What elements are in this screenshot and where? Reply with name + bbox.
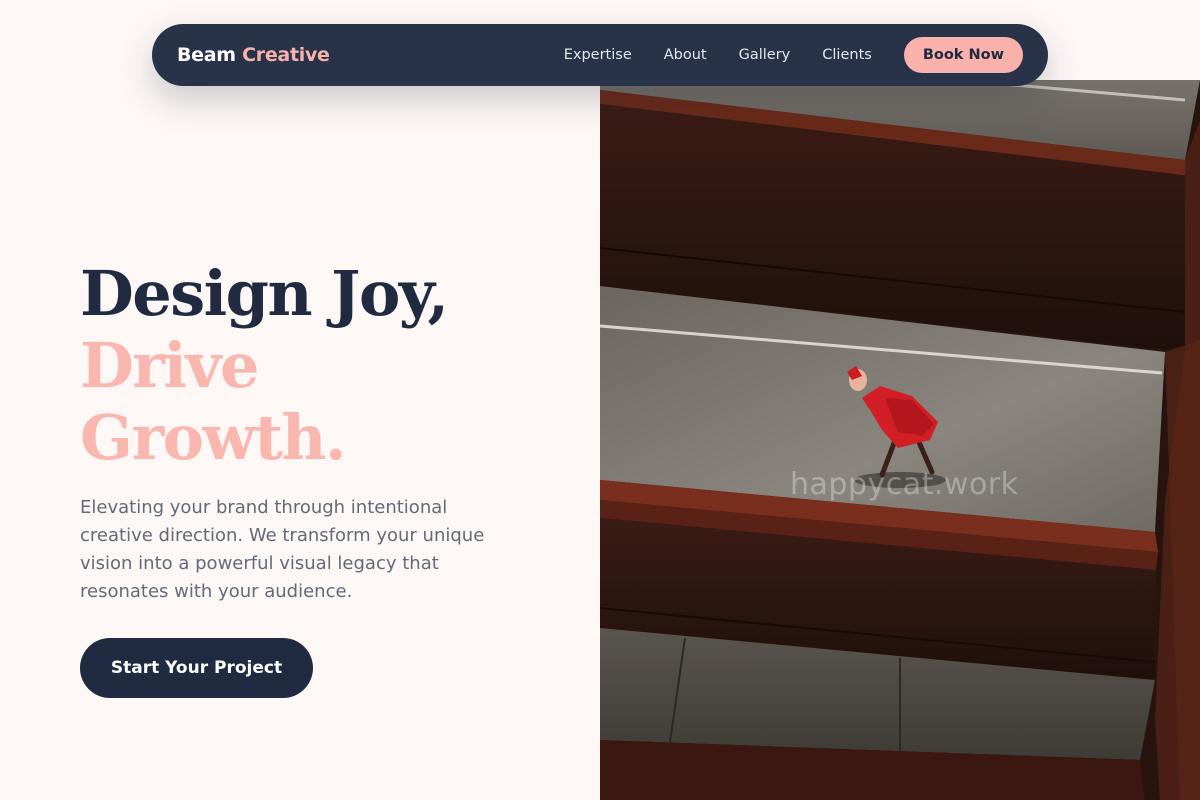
nav-link-expertise[interactable]: Expertise bbox=[564, 47, 632, 63]
nav-menu: Expertise About Gallery Clients Book Now bbox=[564, 37, 1023, 73]
headline-line-3: Growth. bbox=[80, 401, 347, 474]
nav-link-clients[interactable]: Clients bbox=[822, 47, 872, 63]
headline-line-2: Drive bbox=[80, 329, 259, 402]
watermark-text: happycat.work bbox=[790, 467, 1019, 502]
parking-garage-illustration bbox=[600, 80, 1200, 800]
book-now-button[interactable]: Book Now bbox=[903, 37, 1023, 73]
brand-logo[interactable]: Beam Creative bbox=[177, 44, 330, 66]
headline-line-1: Design Joy, bbox=[80, 257, 449, 330]
start-project-button[interactable]: Start Your Project bbox=[80, 638, 313, 698]
hero-description: Elevating your brand through intentional… bbox=[80, 497, 485, 602]
hero-section: Design Joy, Drive Growth. Elevating your… bbox=[80, 258, 580, 698]
brand-name-primary: Beam bbox=[177, 44, 236, 66]
hero-headline: Design Joy, Drive Growth. bbox=[80, 258, 580, 474]
landing-page: Beam Creative Expertise About Gallery Cl… bbox=[0, 0, 1200, 800]
nav-link-about[interactable]: About bbox=[664, 47, 707, 63]
hero-photo: happycat.work bbox=[600, 80, 1200, 800]
top-navigation: Beam Creative Expertise About Gallery Cl… bbox=[152, 24, 1048, 86]
nav-link-gallery[interactable]: Gallery bbox=[739, 47, 791, 63]
brand-name-accent: Creative bbox=[242, 44, 330, 66]
